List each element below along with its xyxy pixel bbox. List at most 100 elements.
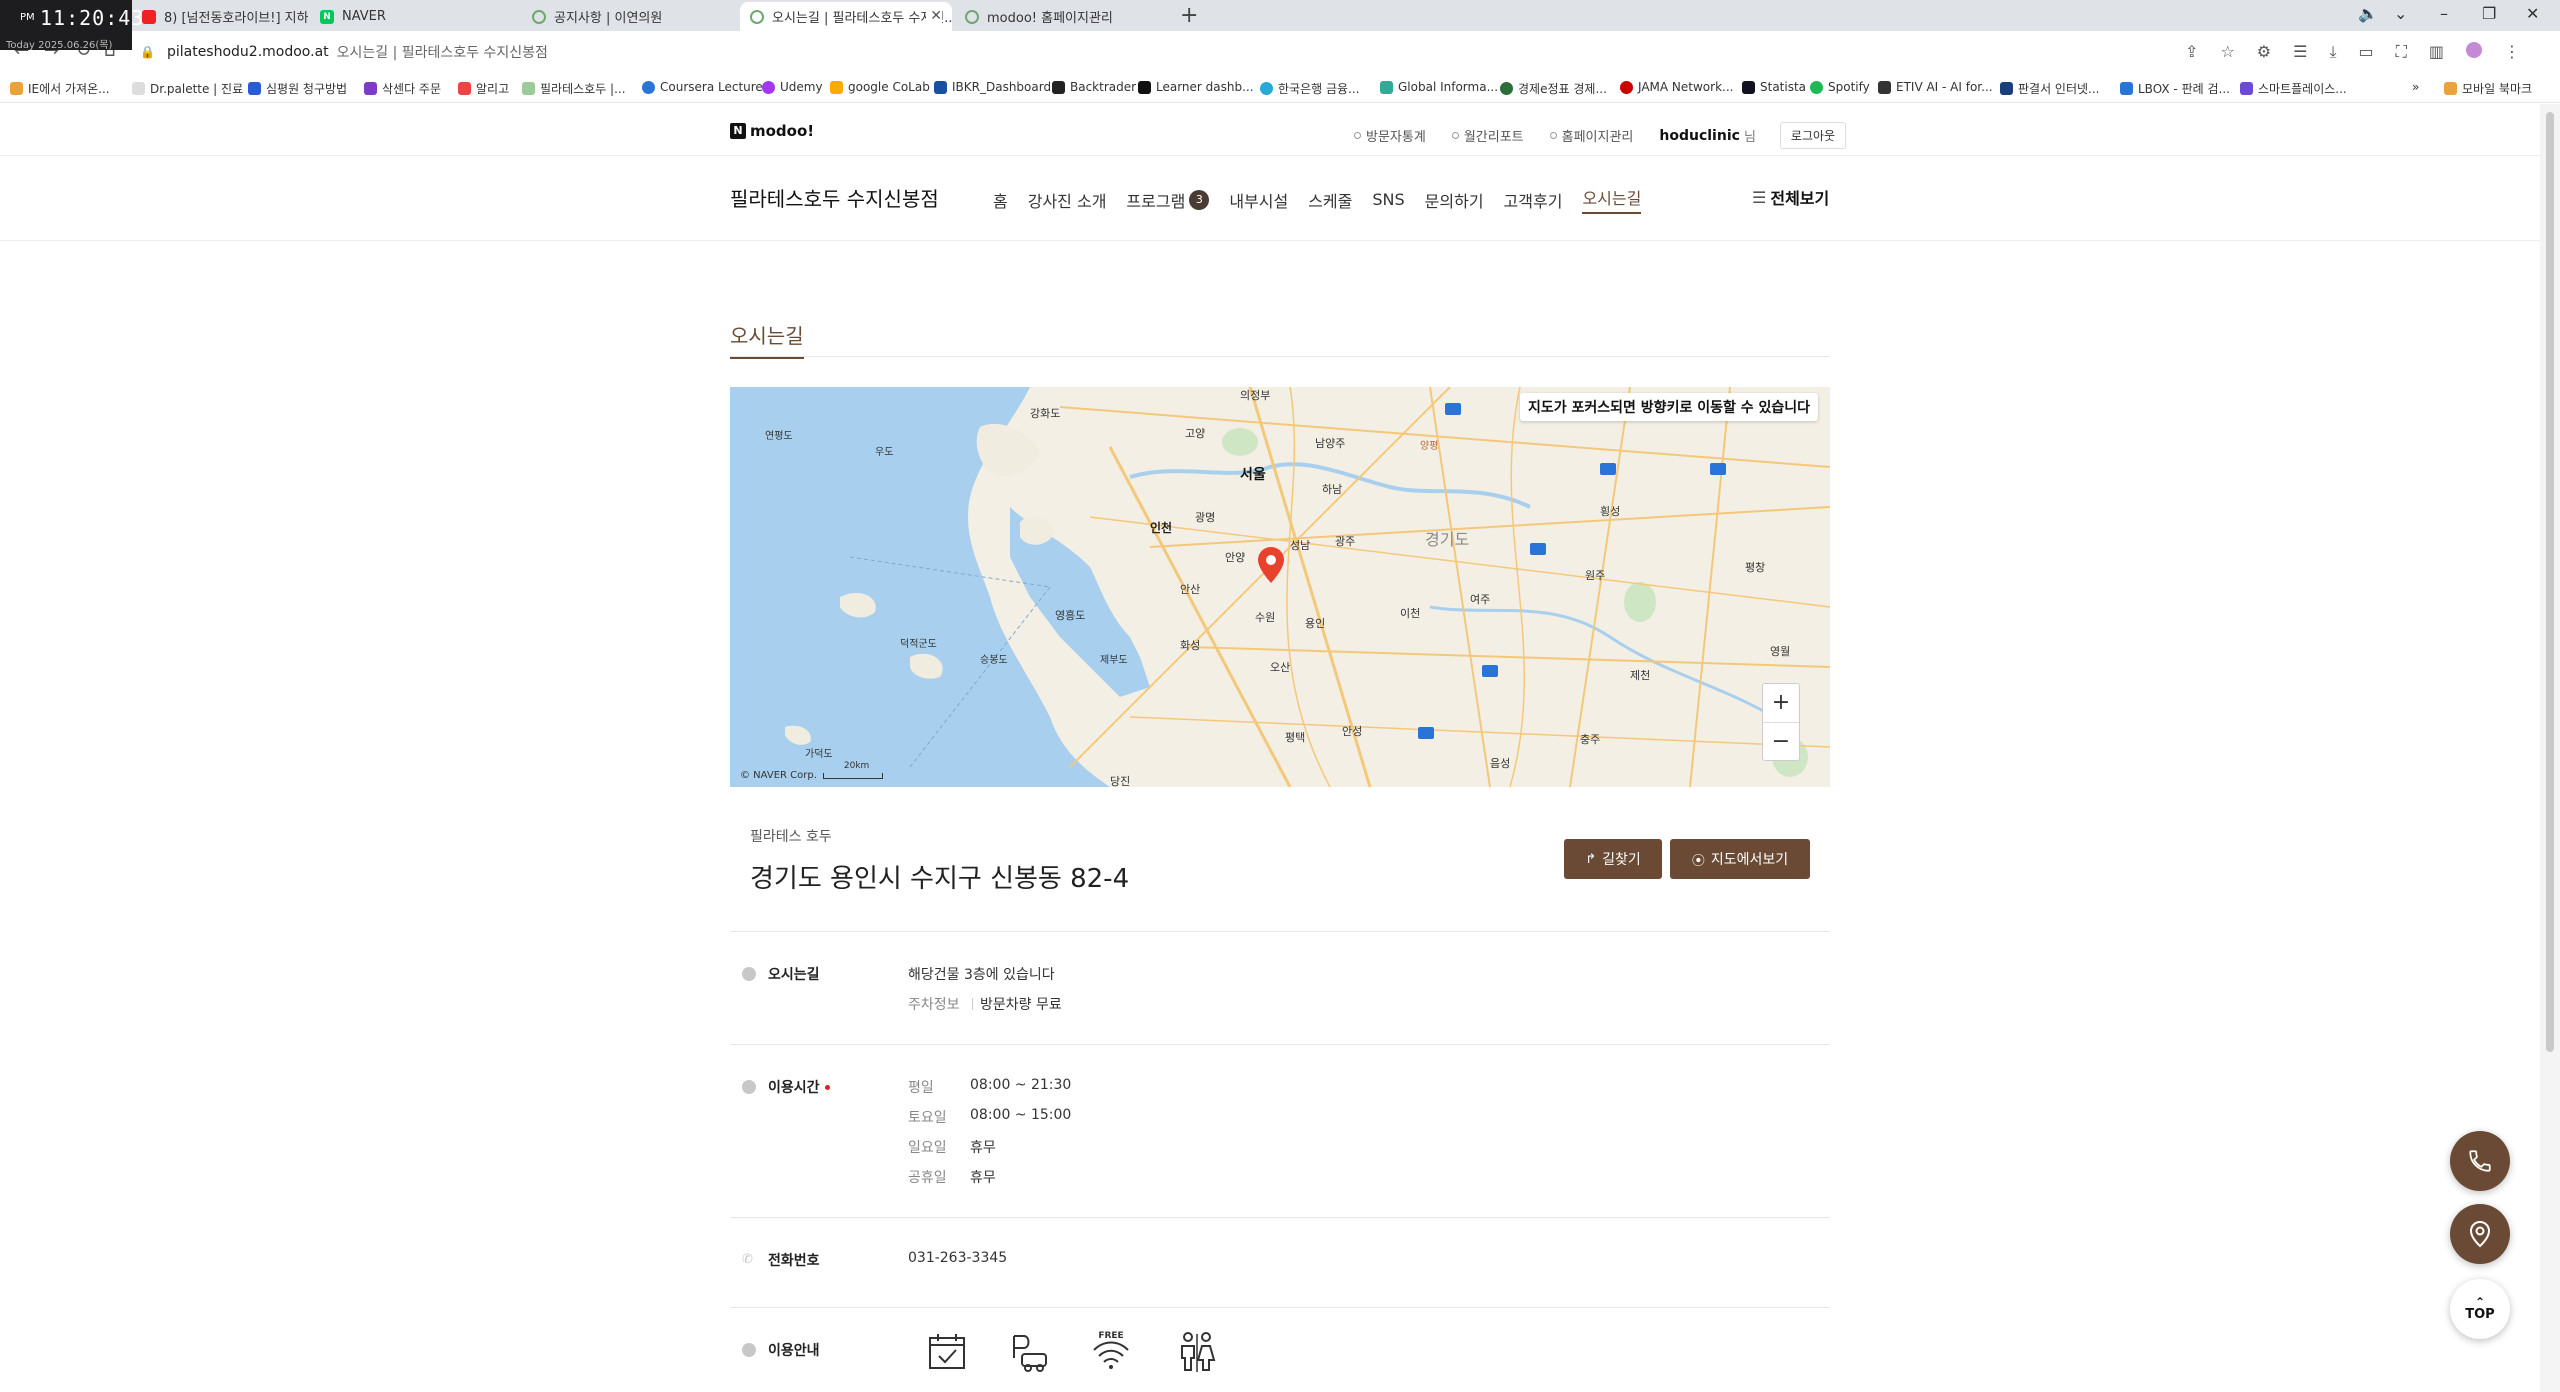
bookmark-item[interactable]: Spotify — [1810, 80, 1870, 94]
new-tab-button[interactable]: + — [1180, 3, 1198, 28]
bookmark-item[interactable]: 경제e정표 경제... — [1500, 80, 1607, 97]
utility-bar: N modoo! 방문자통계 월간리포트 홈페이지관리 hoduclinic 님… — [0, 104, 2540, 156]
bookmark-item[interactable]: JAMA Network... — [1620, 80, 1733, 94]
zoom-in-button[interactable]: + — [1763, 684, 1799, 722]
location-pin-icon[interactable] — [1258, 547, 1284, 583]
bookmark-item[interactable]: Udemy — [762, 80, 823, 94]
hours-day: 토요일 — [908, 1110, 947, 1126]
browser-tab-1[interactable]: 8) [넘전동호라이브!] 지하 수지... — [132, 2, 308, 31]
bookmark-item[interactable]: 한국은행 금융... — [1260, 80, 1360, 97]
menu-label: 스케줄 — [1308, 191, 1353, 211]
bookmark-item[interactable]: 필라테스호두 |... — [522, 80, 626, 97]
homepage-admin-link[interactable]: 홈페이지관리 — [1549, 126, 1633, 145]
menu-item-instructors[interactable]: 강사진 소개 — [1028, 185, 1107, 214]
bookmark-item[interactable]: IE에서 가져온... — [10, 80, 110, 97]
browser-tab-modoo-admin[interactable]: modoo! 홈페이지관리 — [955, 2, 1170, 31]
site-name[interactable]: 필라테스호두 수지신봉점 — [730, 183, 939, 212]
phone-label: ✆ 전화번호 — [742, 1250, 820, 1270]
screenshot-icon[interactable]: ⛶ — [2396, 42, 2407, 62]
folder-icon — [2444, 82, 2457, 95]
link-label: 방문자통계 — [1366, 130, 1426, 145]
bookmark-item[interactable]: 판결서 인터넷... — [2000, 80, 2100, 97]
close-window-button[interactable]: ✕ — [2526, 4, 2539, 23]
scroll-top-button[interactable]: ⌃ TOP — [2450, 1279, 2510, 1339]
bookmark-item[interactable]: Dr.palette | 진료 — [132, 80, 243, 97]
route-button[interactable]: ↱ 길찾기 — [1564, 839, 1662, 879]
scrollbar-thumb[interactable] — [2546, 112, 2554, 1052]
view-all-button[interactable]: ☰ 전체보기 — [1752, 185, 1829, 209]
menu-item-facilities[interactable]: 내부시설 — [1229, 185, 1288, 214]
link-label: 월간리포트 — [1463, 130, 1524, 145]
page-scrollbar[interactable] — [2540, 104, 2560, 1392]
map-label: 경기도 — [1425, 530, 1469, 549]
extensions-icon[interactable]: ⚙ — [2257, 42, 2271, 62]
bookmark-item[interactable]: LBOX - 판례 검... — [2120, 80, 2230, 97]
menu-item-schedule[interactable]: 스케줄 — [1308, 185, 1352, 214]
camera-icon[interactable]: ▭ — [2359, 42, 2374, 62]
map-label: 평창 — [1745, 561, 1765, 574]
menu-item-directions[interactable]: 오시는길 — [1582, 185, 1642, 214]
modoo-logo[interactable]: N modoo! — [730, 122, 814, 140]
menu-item-reviews[interactable]: 고객후기 — [1504, 185, 1563, 214]
phone-icon: ✆ — [742, 1252, 753, 1267]
menu-label: SNS — [1372, 190, 1405, 209]
browser-tab-notice[interactable]: 공지사항 | 이연의원 — [522, 2, 737, 31]
bookmark-folder-mobile[interactable]: 모바일 북마크 — [2444, 80, 2532, 97]
bookmark-item[interactable]: 알리고 — [458, 80, 509, 97]
logout-button[interactable]: 로그아웃 — [1779, 122, 1847, 149]
download-icon[interactable]: ⤓ — [2329, 42, 2336, 62]
visitor-stats-link[interactable]: 방문자통계 — [1354, 126, 1426, 145]
map-canvas[interactable]: 의정부 강화도 고양 서울 남양주 하남 인천 광명 성남 광주 경기도 안양 … — [730, 387, 1830, 787]
bookmark-item[interactable]: Statista — [1742, 80, 1806, 94]
modoo-logo-icon: N — [730, 123, 746, 139]
monthly-report-link[interactable]: 월간리포트 — [1451, 126, 1524, 145]
page-icon — [1878, 80, 1891, 94]
page-icon — [642, 80, 655, 94]
minimize-button[interactable]: – — [2440, 4, 2448, 23]
browser-tab-directions[interactable]: 오시는길 | 필라테스호두 수지신... ✕ — [740, 2, 952, 31]
map-label: 오산 — [1270, 661, 1290, 674]
bookmark-item[interactable]: Backtrader — [1052, 80, 1136, 94]
bookmark-item[interactable]: Coursera Lecture — [642, 80, 763, 94]
profile-icon[interactable] — [2466, 42, 2482, 58]
bookmark-item[interactable]: 삭센다 주문 — [364, 80, 441, 97]
address-bar[interactable]: 🔒 pilateshodu2.modoo.at 오시는길 | 필라테스호두 수지… — [140, 38, 548, 66]
bookmark-item[interactable]: Learner dashb... — [1138, 80, 1254, 94]
title-divider — [730, 356, 1830, 357]
menu-item-home[interactable]: 홈 — [993, 185, 1008, 214]
bookmark-item[interactable]: ETIV AI - AI for... — [1878, 80, 1993, 94]
chevron-down-icon[interactable]: ⌄ — [2394, 4, 2407, 23]
map-label: 제부도 — [1100, 654, 1128, 666]
clock-date: Today 2025.06.26(목) — [6, 40, 113, 51]
sidebar-icon[interactable]: ▥ — [2429, 42, 2444, 62]
bookmark-item[interactable]: Global Informa... — [1380, 80, 1498, 94]
bookmark-item[interactable]: 스마트플레이스... — [2240, 80, 2347, 97]
page-icon — [364, 82, 377, 95]
zoom-out-button[interactable]: − — [1763, 722, 1799, 760]
floating-call-button[interactable] — [2450, 1131, 2510, 1191]
speaker-icon[interactable]: 🔈 — [2358, 4, 2378, 23]
menu-icon[interactable]: ⋮ — [2504, 42, 2520, 62]
map-label: 하남 — [1322, 482, 1342, 496]
bookmark-overflow[interactable]: » — [2412, 80, 2419, 94]
floating-location-button[interactable] — [2450, 1204, 2510, 1264]
bookmark-item[interactable]: 심평원 청구방법 — [248, 80, 347, 97]
bookmark-item[interactable]: google CoLab — [830, 80, 930, 94]
bookmark-star-icon[interactable]: ☆ — [2220, 42, 2234, 62]
page-icon — [2000, 82, 2013, 95]
menu-item-programs[interactable]: 프로그램 3 — [1126, 185, 1210, 214]
bookmark-item[interactable]: IBKR_Dashboard — [934, 80, 1051, 94]
view-on-map-button[interactable]: ⦿ 지도에서보기 — [1670, 839, 1810, 879]
restore-button[interactable]: ❐ — [2482, 4, 2496, 23]
close-icon[interactable]: ✕ — [926, 8, 942, 24]
wifi-free-label: FREE — [1098, 1331, 1123, 1341]
phone-number[interactable]: 031-263-3345 — [908, 1250, 1007, 1266]
restroom-icon — [1181, 1332, 1216, 1372]
reading-list-icon[interactable]: ☰ — [2293, 42, 2307, 62]
share-icon[interactable]: ⇪ — [2185, 42, 2198, 62]
bookmark-label: IBKR_Dashboard — [952, 80, 1052, 94]
browser-tab-naver[interactable]: N NAVER — [310, 2, 520, 31]
menu-item-sns[interactable]: SNS — [1372, 185, 1404, 214]
naver-map[interactable]: 의정부 강화도 고양 서울 남양주 하남 인천 광명 성남 광주 경기도 안양 … — [730, 387, 1830, 787]
menu-item-inquiry[interactable]: 문의하기 — [1425, 185, 1484, 214]
